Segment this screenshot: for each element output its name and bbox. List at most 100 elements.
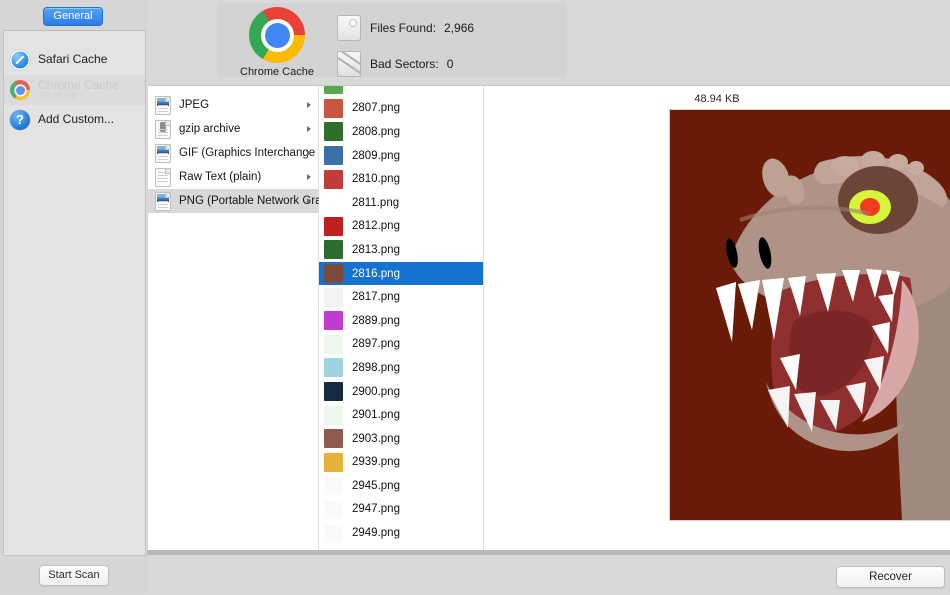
file-list-item[interactable]: 2817.png — [319, 285, 483, 309]
stat-label: Files Found: — [370, 21, 436, 35]
stat-files-found: Files Found: 2,966 — [337, 15, 474, 41]
file-thumbnail — [324, 358, 343, 377]
file-list-item[interactable]: 2813.png — [319, 238, 483, 262]
file-list-item[interactable]: 2889.png — [319, 309, 483, 333]
file-name: 2808.png — [352, 126, 400, 138]
sidebar-item-chrome-cache[interactable]: Chrome Cache 561.88 MB — [4, 75, 145, 105]
file-thumbnail — [324, 264, 343, 283]
file-name: 2897.png — [352, 338, 400, 350]
file-thumbnail — [324, 193, 343, 212]
file-list-item[interactable]: 2949.png — [319, 521, 483, 545]
chrome-icon — [249, 7, 305, 63]
file-list-item[interactable]: 2816.png — [319, 262, 483, 286]
safari-icon — [10, 50, 30, 70]
file-name: 2811.png — [352, 197, 399, 209]
main-pane: Chrome Cache Files Found: 2,966 Bad Sect… — [147, 0, 950, 594]
file-name: 2816.png — [352, 268, 400, 280]
chevron-right-icon — [307, 198, 311, 204]
file-type-row-gif[interactable]: GIF (Graphics Interchange Format) — [148, 141, 318, 165]
file-thumbnail — [324, 500, 343, 519]
stat-label: Bad Sectors: — [370, 57, 439, 71]
file-thumbnail — [324, 122, 343, 141]
recover-button[interactable]: Recover — [836, 566, 945, 588]
file-list-item[interactable]: 2900.png — [319, 380, 483, 404]
chevron-right-icon — [307, 174, 311, 180]
file-list-item[interactable]: 2898.png — [319, 356, 483, 380]
file-thumbnail — [324, 99, 343, 118]
start-scan-button[interactable]: Start Scan — [39, 565, 109, 586]
scan-summary-header: Chrome Cache Files Found: 2,966 Bad Sect… — [217, 3, 567, 77]
help-icon: ? — [10, 110, 30, 130]
file-name: 2812.png — [352, 220, 400, 232]
file-name: 2807.png — [352, 102, 400, 114]
file-thumbnail — [324, 476, 343, 495]
sidebar-item-label: Chrome Cache — [38, 79, 119, 92]
file-name: 2939.png — [352, 456, 400, 468]
file-thumbnail — [324, 86, 343, 94]
file-name: 2900.png — [352, 386, 400, 398]
file-thumbnail — [324, 382, 343, 401]
file-list-item[interactable]: 2947.png — [319, 498, 483, 522]
stat-value: 0 — [447, 57, 454, 71]
t-rex-dinosaur-illustration — [670, 110, 950, 520]
file-name: 2945.png — [352, 480, 400, 492]
file-list-item[interactable]: 2808.png — [319, 120, 483, 144]
text-file-icon — [155, 168, 171, 187]
file-list-item[interactable]: 2807.png — [319, 97, 483, 121]
file-thumbnail — [324, 170, 343, 189]
file-thumbnail — [324, 240, 343, 259]
file-list-item[interactable]: 2810.png — [319, 167, 483, 191]
file-list-item[interactable]: 2811.png — [319, 191, 483, 215]
gzip-file-icon — [155, 120, 171, 139]
tab-general[interactable]: General — [43, 7, 103, 26]
png-file-icon — [155, 192, 171, 211]
file-list-item[interactable]: 2903.png — [319, 427, 483, 451]
file-list-item[interactable]: 2812.png — [319, 215, 483, 239]
file-thumbnail — [324, 406, 343, 425]
file-type-row-raw-text[interactable]: Raw Text (plain) — [148, 165, 318, 189]
file-thumbnail — [324, 146, 343, 165]
file-thumbnail — [324, 217, 343, 236]
sidebar-item-label: Add Custom... — [38, 113, 114, 126]
file-name: 2901.png — [352, 409, 400, 421]
file-type-row-png[interactable]: PNG (Portable Network Graphics) — [148, 189, 318, 213]
preview-image — [669, 109, 950, 521]
preview-panel: 48.94 KB — [484, 86, 950, 551]
file-list-item[interactable]: 2809.png — [319, 144, 483, 168]
preview-file-size: 48.94 KB — [484, 93, 950, 105]
sidebar-item-label: Safari Cache — [38, 53, 107, 66]
file-list-item[interactable]: 2897.png — [319, 333, 483, 357]
file-type-label: gzip archive — [179, 123, 240, 135]
file-list-item[interactable]: 2901.png — [319, 403, 483, 427]
sidebar-item-size: 561.88 MB — [38, 93, 119, 102]
file-name: 2809.png — [352, 150, 400, 162]
file-list-item[interactable]: 2945.png — [319, 474, 483, 498]
file-type-label: Raw Text (plain) — [179, 171, 261, 183]
sidebar-item-add-custom[interactable]: ? Add Custom... — [4, 105, 145, 135]
sidebar: Safari Cache Chrome Cache 561.88 MB ? Ad… — [3, 30, 146, 556]
file-type-row-gzip[interactable]: gzip archive — [148, 117, 318, 141]
file-thumbnail — [324, 524, 343, 543]
bad-sector-icon — [337, 51, 361, 77]
file-list-item[interactable] — [319, 86, 483, 97]
file-type-row-jpeg[interactable]: JPEG — [148, 93, 318, 117]
jpeg-file-icon — [155, 96, 171, 115]
drive-icon — [337, 15, 361, 41]
file-list-column[interactable]: 2807.png 2808.png 2809.png 2810.png 2811.png… — [319, 86, 484, 551]
file-name: 2889.png — [352, 315, 400, 327]
column-browser: JPEG gzip archive GIF (Graphics Intercha… — [148, 85, 950, 551]
file-name: 2817.png — [352, 291, 400, 303]
file-list-item[interactable]: 2939.png — [319, 451, 483, 475]
file-name: 2898.png — [352, 362, 400, 374]
footer-bar: Recover — [147, 554, 950, 595]
file-name: 2947.png — [352, 503, 400, 515]
chevron-right-icon — [307, 126, 311, 132]
tab-bar: General — [0, 0, 147, 30]
stat-bad-sectors: Bad Sectors: 0 — [337, 51, 453, 77]
file-name: 2813.png — [352, 244, 400, 256]
file-type-column: JPEG gzip archive GIF (Graphics Intercha… — [148, 86, 319, 551]
chrome-icon — [10, 80, 30, 100]
sidebar-item-safari-cache[interactable]: Safari Cache — [4, 45, 145, 75]
file-thumbnail — [324, 311, 343, 330]
file-thumbnail — [324, 429, 343, 448]
